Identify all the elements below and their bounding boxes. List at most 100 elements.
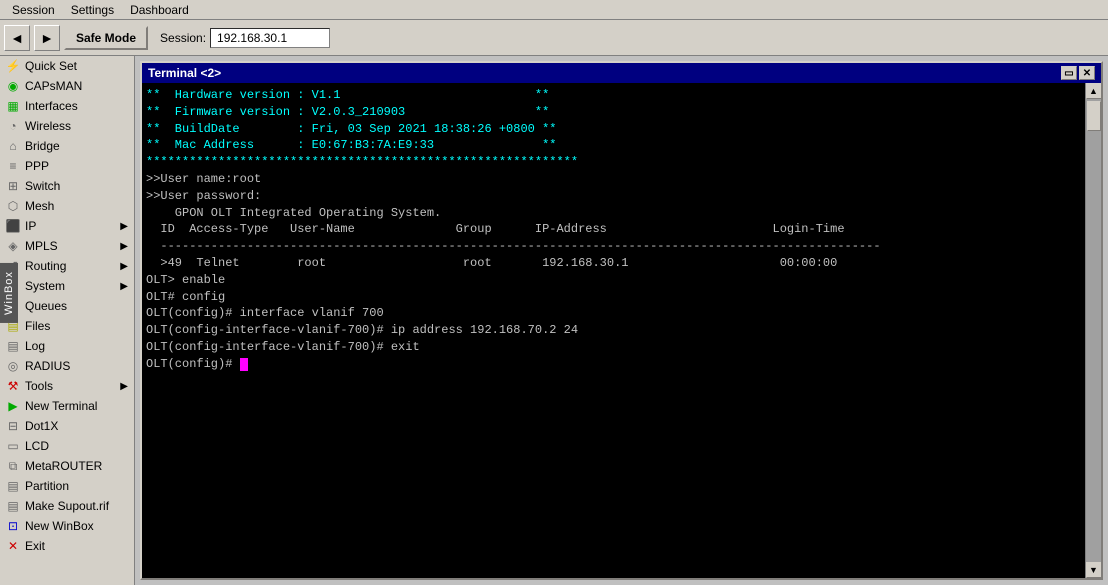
safe-mode-button[interactable]: Safe Mode xyxy=(64,26,148,50)
main-container: ⚡Quick Set◉CAPsMAN ▦ Interfaces ◔ Wireless ⌂B… xyxy=(0,56,1108,585)
menubar: Session Settings Dashboard xyxy=(0,0,1108,20)
winbox-label: WinBox xyxy=(0,263,18,323)
sidebar-item-mpls[interactable]: ◈MPLS▶ xyxy=(0,236,134,256)
routing-arrow: ▶ xyxy=(120,261,128,272)
interfaces-icon: ▦ xyxy=(6,99,20,113)
scroll-track[interactable] xyxy=(1086,99,1102,562)
scroll-thumb[interactable] xyxy=(1087,101,1101,131)
radius-label: RADIUS xyxy=(25,359,70,373)
terminal-line-2: ** BuildDate : Fri, 03 Sep 2021 18:38:26… xyxy=(146,121,1081,138)
tools-label: Tools xyxy=(25,379,53,393)
partition-icon: ▤ xyxy=(6,479,20,493)
menu-session[interactable]: Session xyxy=(4,2,63,18)
sidebar-item-exit[interactable]: ✕Exit xyxy=(0,536,134,556)
sidebar-item-queues[interactable]: ≋Queues xyxy=(0,296,134,316)
sidebar-item-metarouter[interactable]: ⧉ MetaROUTER xyxy=(0,456,134,476)
terminal-titlebar: Terminal <2> ▭ ✕ xyxy=(142,63,1101,83)
sidebar-item-new-terminal[interactable]: ▶ New Terminal xyxy=(0,396,134,416)
exit-icon: ✕ xyxy=(6,539,20,553)
ip-icon: ⬛ xyxy=(6,219,20,233)
sidebar-item-ppp[interactable]: ≡ PPP xyxy=(0,156,134,176)
sidebar-item-quick-set[interactable]: ⚡Quick Set xyxy=(0,56,134,76)
sidebar-item-switch[interactable]: ⊞ Switch xyxy=(0,176,134,196)
capsman-icon: ◉ xyxy=(6,79,20,93)
sidebar-item-radius[interactable]: ◎RADIUS xyxy=(0,356,134,376)
terminal-body[interactable]: ** Hardware version : V1.1 **** Firmware… xyxy=(142,83,1085,578)
content-area: Terminal <2> ▭ ✕ ** Hardware version : V… xyxy=(135,56,1108,585)
terminal-line-13: >49 Telnet root root 192.168.30.1 00:00:… xyxy=(146,255,1081,272)
system-arrow: ▶ xyxy=(120,281,128,292)
sidebar-item-new-winbox[interactable]: ⊡ New WinBox xyxy=(0,516,134,536)
new-winbox-label: New WinBox xyxy=(25,519,94,533)
terminal-line-0: ** Hardware version : V1.1 ** xyxy=(146,87,1081,104)
terminal-close-button[interactable]: ✕ xyxy=(1079,66,1095,80)
interfaces-label: Interfaces xyxy=(25,99,78,113)
tools-arrow: ▶ xyxy=(120,381,128,392)
wireless-label: Wireless xyxy=(25,119,71,133)
terminal-line-6: >>User name:root xyxy=(146,171,1081,188)
routing-label: Routing xyxy=(25,259,66,273)
terminal-cursor xyxy=(240,358,248,371)
lcd-icon: ▭ xyxy=(6,439,20,453)
queues-label: Queues xyxy=(25,299,67,313)
forward-button[interactable]: ► xyxy=(34,25,60,51)
bridge-label: Bridge xyxy=(25,139,60,153)
new-terminal-icon: ▶ xyxy=(6,399,20,413)
sidebar-item-log[interactable]: ▤ Log xyxy=(0,336,134,356)
sidebar-item-dot1x[interactable]: ⊟ Dot1X xyxy=(0,416,134,436)
make-supout-label: Make Supout.rif xyxy=(25,499,109,513)
terminal-content-wrap: ** Hardware version : V1.1 **** Firmware… xyxy=(142,83,1101,578)
sidebar-item-lcd[interactable]: ▭LCD xyxy=(0,436,134,456)
ppp-icon: ≡ xyxy=(6,159,20,173)
terminal-line-11: ID Access-Type User-Name Group IP-Addres… xyxy=(146,221,1081,238)
dot1x-icon: ⊟ xyxy=(6,419,20,433)
files-label: Files xyxy=(25,319,50,333)
sidebar-item-mesh[interactable]: ⬡Mesh xyxy=(0,196,134,216)
sidebar-item-capsman[interactable]: ◉CAPsMAN xyxy=(0,76,134,96)
metarouter-label: MetaROUTER xyxy=(25,459,102,473)
sidebar-item-files[interactable]: ▤Files xyxy=(0,316,134,336)
make-supout-icon: ▤ xyxy=(6,499,20,513)
sidebar-item-routing[interactable]: ↺Routing▶ xyxy=(0,256,134,276)
sidebar-item-make-supout[interactable]: ▤ Make Supout.rif xyxy=(0,496,134,516)
menu-dashboard[interactable]: Dashboard xyxy=(122,2,197,18)
sidebar-item-ip[interactable]: ⬛IP▶ xyxy=(0,216,134,236)
sidebar-item-wireless[interactable]: ◔ Wireless xyxy=(0,116,134,136)
switch-icon: ⊞ xyxy=(6,179,20,193)
mpls-label: MPLS xyxy=(25,239,58,253)
dot1x-label: Dot1X xyxy=(25,419,58,433)
back-button[interactable]: ◄ xyxy=(4,25,30,51)
sidebar-item-interfaces[interactable]: ▦ Interfaces xyxy=(0,96,134,116)
metarouter-icon: ⧉ xyxy=(6,459,20,473)
new-winbox-icon: ⊡ xyxy=(6,519,20,533)
mpls-arrow: ▶ xyxy=(120,241,128,252)
session-value: 192.168.30.1 xyxy=(210,28,330,48)
new-terminal-label: New Terminal xyxy=(25,399,97,413)
menu-settings[interactable]: Settings xyxy=(63,2,122,18)
terminal-line-21: OLT(config-interface-vlanif-700)# ip add… xyxy=(146,322,1081,339)
terminal-line-4: ****************************************… xyxy=(146,154,1081,171)
system-label: System xyxy=(25,279,65,293)
quick-set-label: Quick Set xyxy=(25,59,77,73)
switch-label: Switch xyxy=(25,179,60,193)
toolbar: ◄ ► Safe Mode Session: 192.168.30.1 xyxy=(0,20,1108,56)
scroll-up-button[interactable]: ▲ xyxy=(1086,83,1102,99)
ip-label: IP xyxy=(25,219,36,233)
terminal-restore-button[interactable]: ▭ xyxy=(1061,66,1077,80)
log-icon: ▤ xyxy=(6,339,20,353)
sidebar-item-tools[interactable]: ⚒Tools▶ xyxy=(0,376,134,396)
terminal-line-19: OLT(config)# interface vlanif 700 xyxy=(146,305,1081,322)
log-label: Log xyxy=(25,339,45,353)
terminal-line-15: OLT> enable xyxy=(146,272,1081,289)
terminal-window: Terminal <2> ▭ ✕ ** Hardware version : V… xyxy=(140,61,1103,580)
sidebar-item-system[interactable]: ⚙System▶ xyxy=(0,276,134,296)
terminal-controls: ▭ ✕ xyxy=(1061,66,1095,80)
terminal-line-3: ** Mac Address : E0:67:B3:7A:E9:33 ** xyxy=(146,137,1081,154)
ppp-label: PPP xyxy=(25,159,49,173)
mesh-icon: ⬡ xyxy=(6,199,20,213)
wireless-icon: ◔ xyxy=(6,119,20,133)
scroll-down-button[interactable]: ▼ xyxy=(1086,562,1102,578)
terminal-scrollbar: ▲ ▼ xyxy=(1085,83,1101,578)
sidebar-item-partition[interactable]: ▤Partition xyxy=(0,476,134,496)
sidebar-item-bridge[interactable]: ⌂Bridge xyxy=(0,136,134,156)
